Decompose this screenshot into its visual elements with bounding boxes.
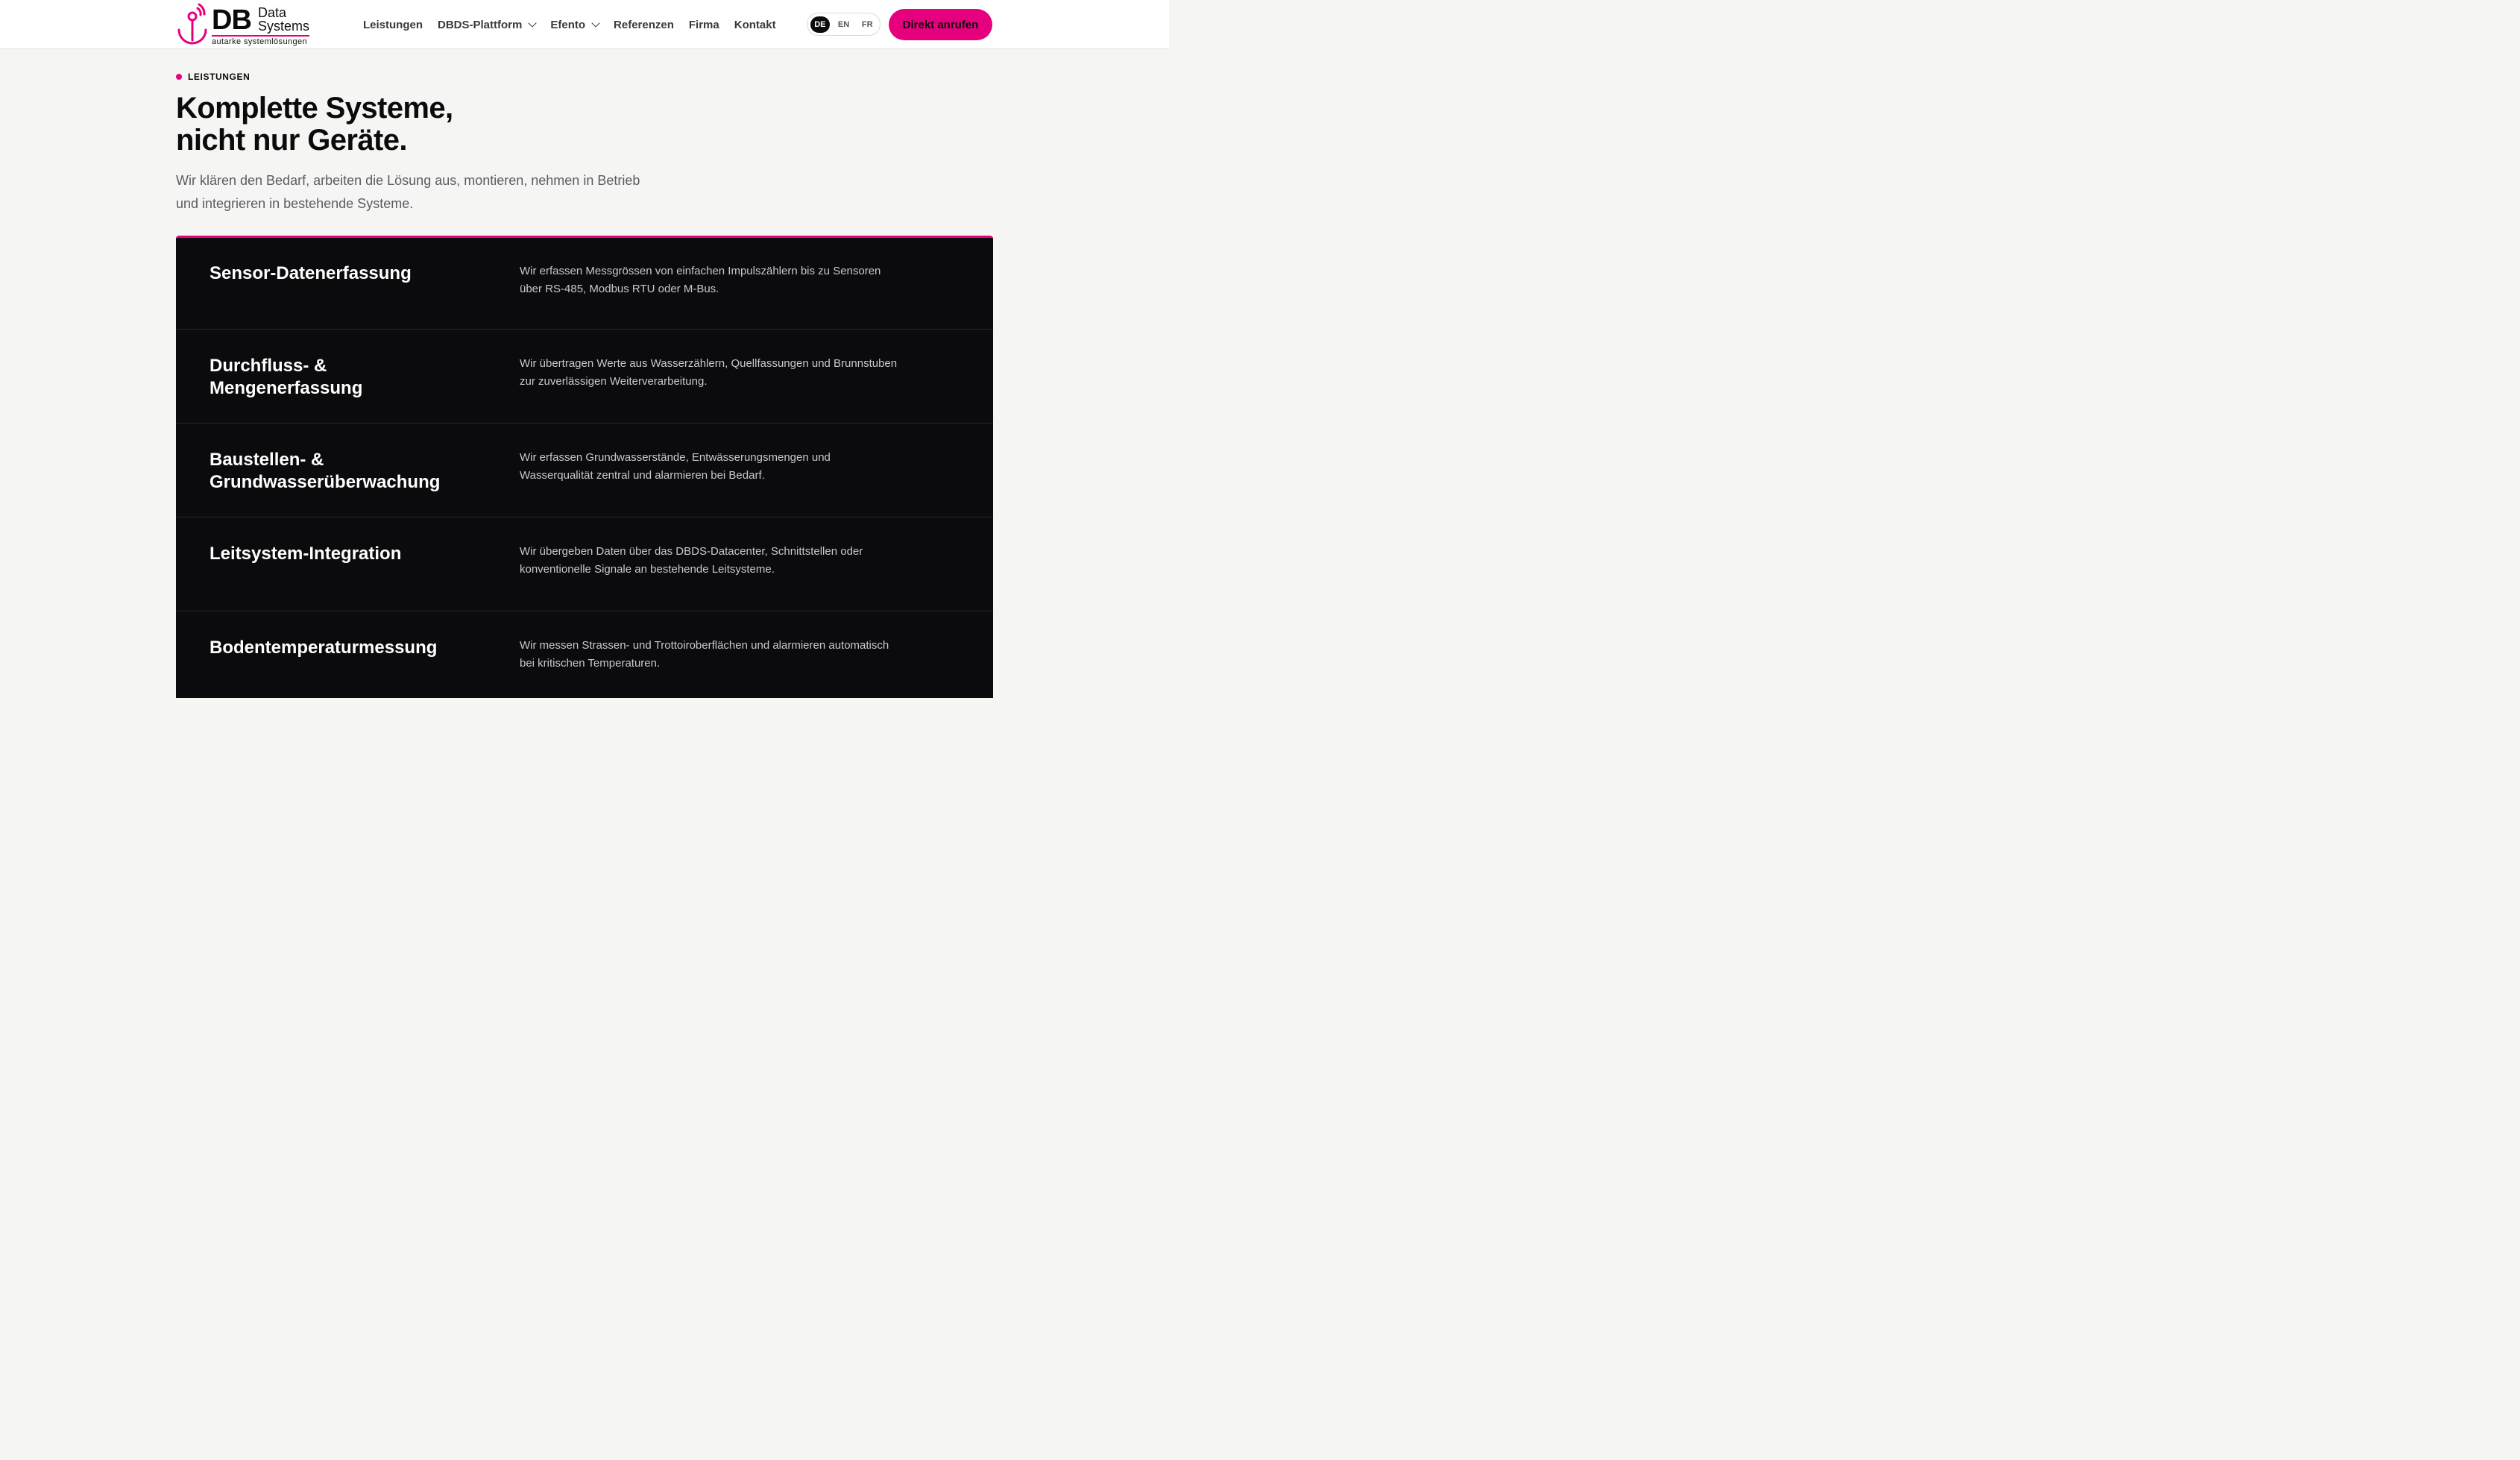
chevron-down-icon: [528, 19, 538, 28]
service-row: Durchfluss- & Mengenerfassung Wir übertr…: [176, 330, 993, 424]
nav-label: Leistungen: [363, 18, 423, 31]
lead-line-1: Wir klären den Bedarf, arbeiten die Lösu…: [176, 173, 640, 188]
logo-tagline: autarke systemlösungen: [212, 37, 308, 46]
section-eyebrow: LEISTUNGEN: [176, 72, 250, 82]
page-title: Komplette Systeme, nicht nur Geräte.: [176, 92, 623, 157]
language-en[interactable]: EN: [834, 16, 854, 33]
lead-line-2: und integrieren in bestehende Systeme.: [176, 196, 414, 211]
service-desc-line-2: bei kritischen Temperaturen.: [520, 657, 661, 670]
service-row: Bodentemperaturmessung Wir messen Strass…: [176, 611, 993, 698]
language-fr[interactable]: FR: [857, 16, 877, 33]
nav-item-dbds-plattform[interactable]: DBDS-Plattform: [438, 17, 538, 32]
logo-word-systems: Systems: [258, 19, 310, 34]
services-list: Sensor-Datenerfassung Wir erfassen Messg…: [176, 236, 993, 698]
service-desc-line-1: Wir übertragen Werte aus Wasserzählern, …: [520, 357, 898, 370]
service-description: Wir übertragen Werte aus Wasserzählern, …: [520, 355, 952, 391]
nav-item-firma[interactable]: Firma: [689, 17, 719, 32]
logo-wordmark: DB: [212, 4, 252, 36]
site-header: DB Data Systems autarke systemlösungen L…: [0, 0, 1169, 49]
page-title-line-1: Komplette Systeme,: [176, 92, 453, 125]
eyebrow-dot-icon: [176, 74, 182, 80]
language-de[interactable]: DE: [810, 16, 830, 33]
service-row: Sensor-Datenerfassung Wir erfassen Messg…: [176, 238, 993, 330]
service-title: Bodentemperaturmessung: [210, 637, 478, 659]
nav-label: Firma: [688, 18, 719, 31]
service-title: Durchfluss- & Mengenerfassung: [210, 355, 478, 400]
nav-item-kontakt[interactable]: Kontakt: [734, 17, 776, 32]
language-switcher: DE EN FR: [807, 13, 881, 36]
service-row: Leitsystem-Integration Wir übergeben Dat…: [176, 517, 993, 611]
lead-paragraph: Wir klären den Bedarf, arbeiten die Lösu…: [176, 169, 698, 215]
service-row: Baustellen- & Grundwasserüberwachung Wir…: [176, 424, 993, 517]
page-title-line-2: nicht nur Geräte.: [176, 124, 407, 157]
service-title-line-1: Sensor-Datenerfassung: [210, 263, 412, 283]
nav-label: Efento: [550, 18, 586, 31]
service-title-line-1: Leitsystem-Integration: [210, 544, 402, 564]
nav-label: Referenzen: [614, 18, 674, 31]
service-title: Sensor-Datenerfassung: [210, 262, 478, 285]
service-desc-line-1: Wir übergeben Daten über das DBDS-Datace…: [520, 545, 863, 558]
service-description: Wir erfassen Messgrössen von einfachen I…: [520, 262, 952, 298]
service-desc-line-1: Wir erfassen Grundwasserstände, Entwässe…: [520, 451, 831, 464]
service-description: Wir übergeben Daten über das DBDS-Datace…: [520, 543, 952, 579]
service-desc-line-2: Wasserqualität zentral und alarmieren be…: [520, 469, 765, 482]
service-description: Wir erfassen Grundwasserstände, Entwässe…: [520, 449, 952, 485]
service-title-line-1: Baustellen- &: [210, 450, 324, 470]
service-desc-line-1: Wir erfassen Messgrössen von einfachen I…: [520, 265, 881, 277]
nav-label: DBDS-Plattform: [438, 18, 523, 31]
service-title: Baustellen- & Grundwasserüberwachung: [210, 449, 478, 494]
service-description: Wir messen Strassen- und Trottoiroberflä…: [520, 637, 952, 673]
logo-underline: [212, 35, 309, 37]
service-desc-line-1: Wir messen Strassen- und Trottoiroberflä…: [520, 639, 889, 652]
service-desc-line-2: zur zuverlässigen Weiterverarbeitung.: [520, 375, 708, 388]
service-title-line-1: Durchfluss- &: [210, 356, 327, 376]
service-title: Leitsystem-Integration: [210, 543, 478, 565]
service-desc-line-2: konventionelle Signale an bestehende Lei…: [520, 563, 775, 576]
nav-item-efento[interactable]: Efento: [550, 17, 600, 32]
service-title-line-2: Mengenerfassung: [210, 378, 363, 398]
nav-item-referenzen[interactable]: Referenzen: [614, 17, 674, 32]
nav-label: Kontakt: [734, 18, 776, 31]
chevron-down-icon: [591, 19, 600, 28]
call-now-button[interactable]: Direkt anrufen: [889, 9, 992, 40]
service-title-line-1: Bodentemperaturmessung: [210, 638, 438, 658]
service-title-line-2: Grundwasserüberwachung: [210, 472, 441, 492]
company-logo[interactable]: DB Data Systems autarke systemlösungen: [174, 3, 316, 46]
eyebrow-label: LEISTUNGEN: [188, 72, 251, 82]
service-desc-line-2: über RS-485, Modbus RTU oder M-Bus.: [520, 283, 719, 295]
anchor-signal-icon: [177, 3, 207, 45]
main-navigation: Leistungen DBDS-Plattform Efento Referen…: [363, 17, 776, 32]
nav-item-leistungen[interactable]: Leistungen: [363, 17, 423, 32]
